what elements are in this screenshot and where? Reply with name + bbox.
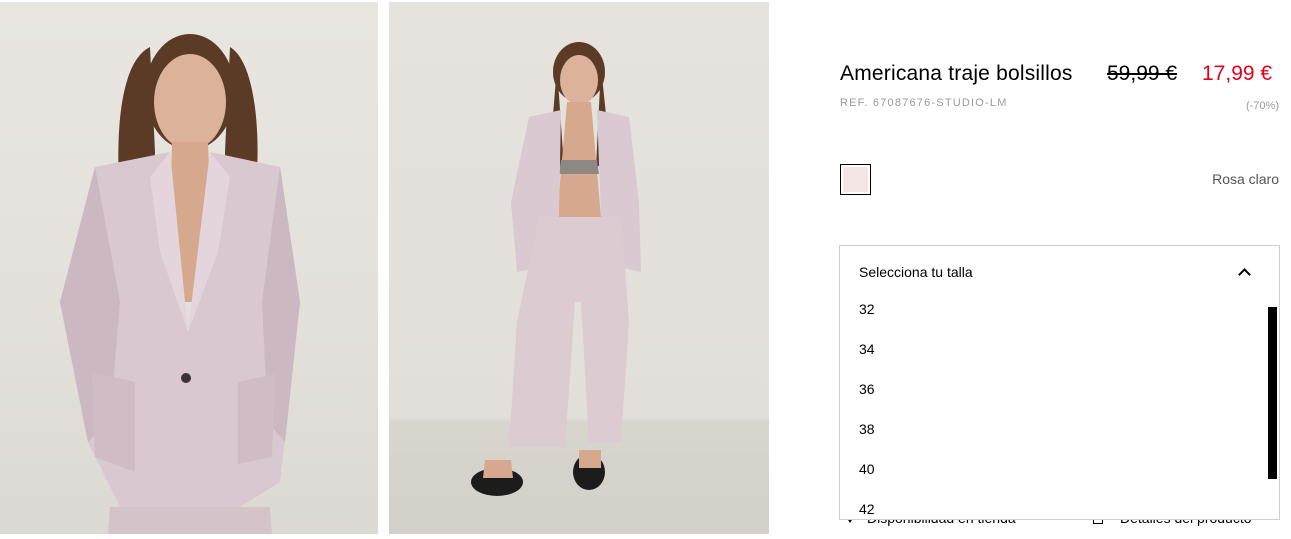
size-dropdown[interactable]: Selecciona tu talla 32 34 36 38 40 42 <box>839 245 1280 520</box>
product-reference: REF. 67087676-STUDIO-LM <box>840 97 1008 109</box>
size-option-38[interactable]: 38 <box>840 409 1279 449</box>
size-dropdown-scrollbar[interactable] <box>1268 307 1277 479</box>
discount-badge: (-70%) <box>1245 100 1279 112</box>
size-option-34[interactable]: 34 <box>840 329 1279 369</box>
original-price: 59,99 € <box>1107 62 1178 85</box>
product-photo-1-image <box>60 34 300 534</box>
chevron-up-icon[interactable] <box>1238 268 1251 281</box>
color-name: Rosa claro <box>1212 171 1279 187</box>
sale-price: 17,99 € <box>1202 62 1273 85</box>
product-title: Americana traje bolsillos <box>840 62 1073 85</box>
product-photo-2-image <box>471 42 641 496</box>
product-photo-2[interactable] <box>389 2 769 534</box>
size-option-42[interactable]: 42 <box>840 489 1279 519</box>
size-option-36[interactable]: 36 <box>840 369 1279 409</box>
product-photo-1[interactable] <box>0 2 378 534</box>
size-option-40[interactable]: 40 <box>840 449 1279 489</box>
color-swatch-fill <box>843 167 868 192</box>
size-dropdown-label: Selecciona tu talla <box>859 264 973 280</box>
color-swatch[interactable] <box>840 164 871 195</box>
size-options-list: 32 34 36 38 40 42 <box>840 289 1279 519</box>
size-option-32[interactable]: 32 <box>840 289 1279 329</box>
